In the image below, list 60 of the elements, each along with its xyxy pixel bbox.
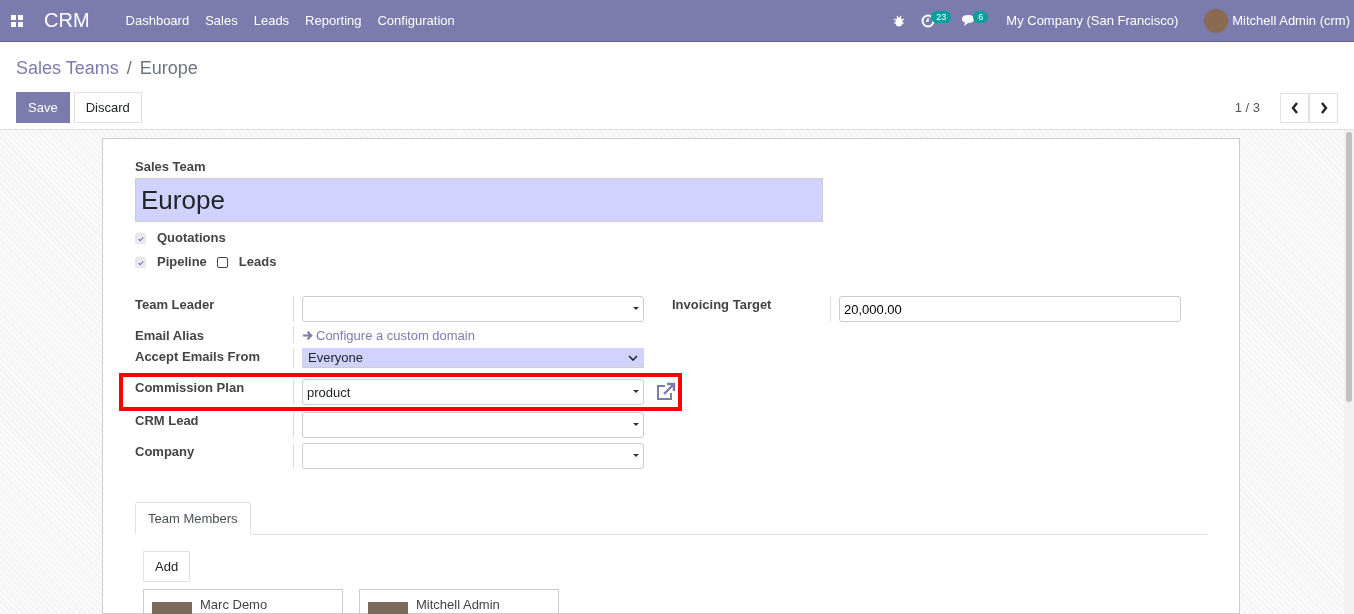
dropdown-field[interactable] (302, 296, 644, 322)
checkbox-label: Pipeline (157, 254, 207, 269)
check-icon (136, 234, 145, 243)
message-count-badge: 6 (973, 10, 989, 23)
chevron-right-icon (1319, 101, 1328, 114)
clock-icon[interactable] (921, 13, 936, 28)
user-menu[interactable]: Mitchell Admin (crm) (1224, 13, 1354, 28)
field-label: Accept Emails From (135, 348, 294, 368)
add-button[interactable]: Add (143, 551, 191, 582)
field-label: Email Alias (135, 327, 294, 343)
arrow-right-icon (302, 330, 313, 341)
chevron-left-icon (1290, 101, 1299, 114)
checkbox[interactable] (216, 257, 228, 269)
menu-item[interactable]: Dashboard (117, 13, 198, 28)
caret-icon (633, 454, 639, 458)
dropdown-field[interactable] (302, 443, 644, 469)
apps-menu-icon[interactable] (11, 14, 23, 27)
chevron-down-icon (628, 354, 638, 361)
save-button[interactable]: Save (16, 92, 70, 123)
invoicing-target-field[interactable]: 20,000.00 (839, 296, 1181, 322)
checkbox-label: Leads (238, 254, 277, 269)
scrollbar[interactable] (1344, 130, 1354, 614)
tab[interactable]: Team Members (135, 502, 251, 535)
breadcrumb-separator: / (126, 57, 132, 79)
caret-icon (633, 423, 639, 427)
discard-button[interactable]: Discard (73, 92, 142, 123)
activity-count-badge: 23 (931, 10, 952, 23)
user-avatar (1204, 8, 1229, 33)
member-card[interactable]: Mitchell Admin (359, 589, 559, 614)
name-field[interactable]: Europe (135, 178, 823, 222)
caret-icon (633, 307, 639, 311)
company-switcher[interactable]: My Company (San Francisco) (998, 13, 1187, 28)
caret-icon (633, 390, 639, 394)
previous-button[interactable] (1280, 92, 1309, 123)
checkbox-label: Quotations (157, 230, 226, 245)
member-card[interactable]: Marc Demo (143, 589, 343, 614)
field-label: Team Leader (135, 296, 294, 322)
app-name: CRM (44, 9, 90, 32)
external-link-icon[interactable] (656, 382, 676, 402)
next-button[interactable] (1309, 92, 1338, 123)
dropdown-field[interactable]: product (302, 379, 644, 405)
member-name: Mitchell Admin (416, 597, 500, 611)
breadcrumb-link[interactable]: Sales Teams (16, 57, 119, 79)
menu-item[interactable]: Reporting (297, 13, 370, 28)
configure-domain-link[interactable]: Configure a custom domain (302, 327, 475, 343)
breadcrumb-current: Europe (139, 57, 198, 79)
check-icon (136, 258, 145, 267)
menu-item[interactable]: Sales (197, 13, 246, 28)
field-label: Sales Team (135, 159, 207, 174)
field-label: CRM Lead (135, 412, 294, 438)
pager-value: 1 / 3 (1234, 100, 1260, 115)
menu-item[interactable]: Configuration (369, 13, 463, 28)
field-label: Company (135, 443, 294, 469)
dropdown-field[interactable] (302, 412, 644, 438)
member-name: Marc Demo (200, 597, 268, 611)
bug-icon[interactable] (893, 14, 906, 27)
select-field[interactable]: Everyone (302, 348, 644, 368)
menu-item[interactable]: Leads (245, 13, 298, 28)
field-label: Commission Plan (135, 379, 294, 405)
field-label: Invoicing Target (672, 296, 831, 322)
